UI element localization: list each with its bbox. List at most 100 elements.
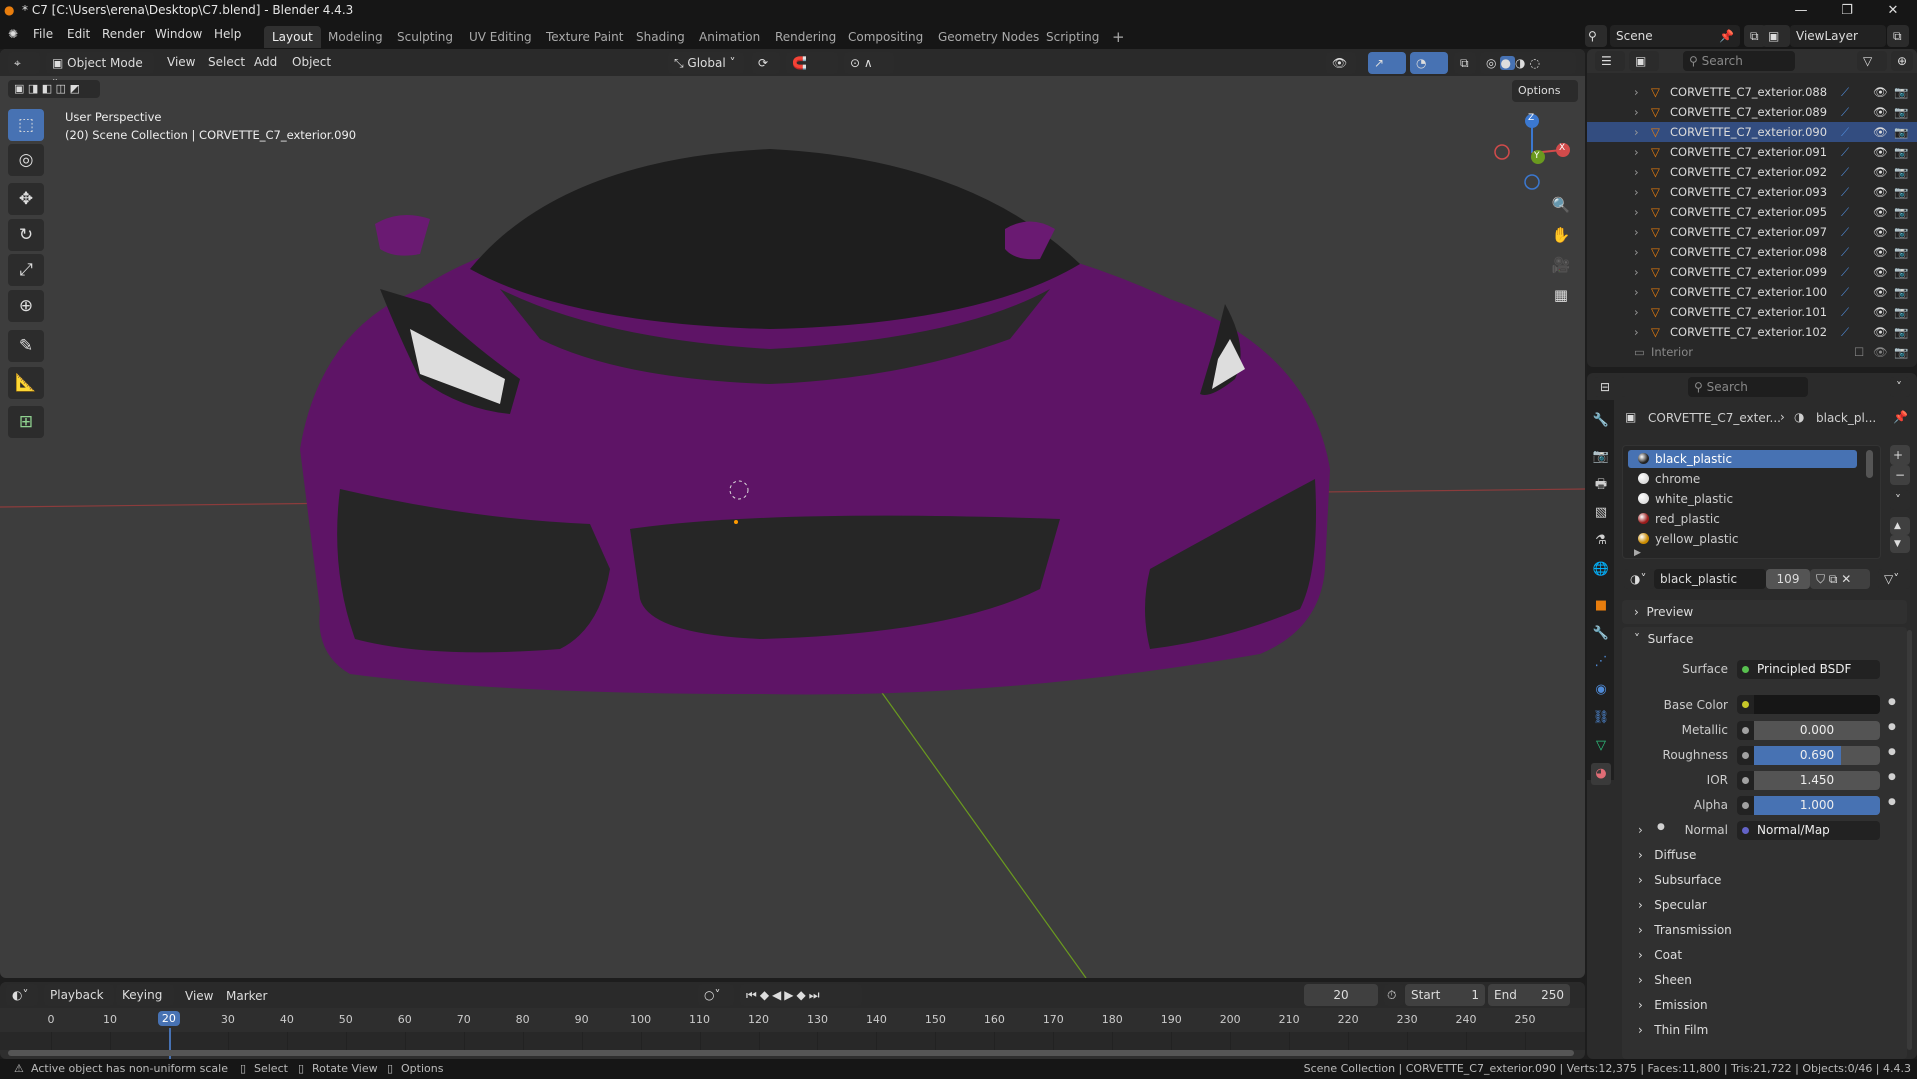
visibility-eye-icon[interactable]: 👁 — [1873, 302, 1888, 322]
render-camera-icon[interactable]: 📷 — [1894, 262, 1908, 282]
outliner-item[interactable]: › ▽ CORVETTE_C7_exterior.097 ⟋ 👁 📷 — [1587, 222, 1917, 242]
shading-modes[interactable]: ◎●◑◌ — [1480, 52, 1576, 74]
keyframe-dot-icon[interactable]: ● — [1888, 772, 1896, 782]
tab-modeling[interactable]: Modeling — [320, 26, 391, 48]
visibility-eye-icon[interactable]: 👁 — [1873, 202, 1888, 222]
pin-icon[interactable]: 📌 — [1719, 25, 1734, 47]
outliner-item[interactable]: › ▽ CORVETTE_C7_exterior.093 ⟋ 👁 📷 — [1587, 182, 1917, 202]
section-coat[interactable]: › Coat — [1638, 948, 1682, 962]
world-tab-icon[interactable]: 🌐 — [1591, 559, 1611, 581]
new-view-layer-icon[interactable]: ⧉ — [1887, 25, 1909, 47]
view-layer-icon[interactable]: ▣ — [1762, 25, 1790, 47]
expand-arrow-icon[interactable]: › — [1634, 102, 1639, 122]
keyframe-dot-icon[interactable]: ● — [1888, 747, 1896, 757]
properties-options-icon[interactable]: ˅ — [1890, 377, 1910, 397]
select-box-tool-icon[interactable]: ⬚ — [8, 109, 44, 141]
zoom-view-icon[interactable]: 🔍 — [1547, 191, 1575, 219]
render-camera-icon[interactable]: 📷 — [1894, 222, 1908, 242]
scene-field[interactable]: Scene 📌 — [1610, 25, 1740, 47]
tool-tab-icon[interactable]: 🔧 — [1591, 410, 1611, 432]
playback-menu[interactable]: Playback — [44, 984, 114, 1006]
viewport-menu-object[interactable]: Object — [292, 55, 331, 69]
jump-end-icon[interactable]: ⏭ — [809, 988, 823, 1002]
rendered-shading-icon[interactable]: ◌ — [1529, 56, 1543, 70]
perspective-toggle-icon[interactable]: ▦ — [1547, 281, 1575, 309]
properties-editor-type-icon[interactable]: ⊟ — [1594, 377, 1626, 397]
scene-selector-icon[interactable]: ⚲ — [1585, 25, 1607, 47]
modifier-tab-icon[interactable]: 🔧 — [1591, 623, 1611, 645]
start-frame-field[interactable]: Start 1 — [1405, 984, 1485, 1006]
view-layer-tab-icon[interactable]: ▧ — [1591, 502, 1611, 524]
visibility-eye-icon[interactable]: 👁 — [1873, 342, 1888, 362]
add-cube-tool-icon[interactable]: ⊞ — [8, 406, 44, 438]
normal-field[interactable]: Normal/Map — [1737, 821, 1880, 840]
menu-render[interactable]: Render — [102, 27, 145, 41]
render-camera-icon[interactable]: 📷 — [1894, 282, 1908, 302]
surface-shader-field[interactable]: Principled BSDF — [1737, 660, 1880, 679]
section-diffuse[interactable]: › Diffuse — [1638, 848, 1696, 862]
timeline-scrollbar[interactable] — [8, 1050, 1574, 1056]
maximize-button[interactable]: ❐ — [1824, 0, 1870, 21]
outliner-item[interactable]: › ▽ CORVETTE_C7_exterior.098 ⟋ 👁 📷 — [1587, 242, 1917, 262]
render-camera-icon[interactable]: 📷 — [1894, 82, 1908, 102]
properties-scrollbar[interactable] — [1907, 630, 1912, 1050]
expand-arrow-icon[interactable]: › — [1634, 202, 1639, 222]
timeline-marker-menu[interactable]: Marker — [226, 989, 267, 1003]
visibility-icon[interactable]: 👁 — [1326, 52, 1356, 74]
visibility-eye-icon[interactable]: 👁 — [1873, 182, 1888, 202]
options-button[interactable]: Options — [1512, 80, 1578, 102]
new-collection-icon[interactable]: ⊕ — [1891, 51, 1913, 71]
visibility-eye-icon[interactable]: 👁 — [1873, 122, 1888, 142]
material-name-field[interactable]: black_plastic — [1654, 569, 1766, 589]
visibility-eye-icon[interactable]: 👁 — [1873, 222, 1888, 242]
material-slot[interactable]: chrome — [1628, 470, 1857, 488]
move-slot-up-button[interactable]: ▲ — [1890, 517, 1910, 535]
play-icon[interactable]: ▶ — [784, 988, 796, 1002]
snap-icon[interactable]: 🧲 — [786, 52, 838, 74]
keying-menu[interactable]: Keying — [116, 984, 174, 1006]
outliner-item[interactable]: › ▽ CORVETTE_C7_exterior.095 ⟋ 👁 📷 — [1587, 202, 1917, 222]
render-camera-icon[interactable]: 📷 — [1894, 102, 1908, 122]
mode-selector[interactable]: ▣ Object Mode ˅ — [46, 52, 154, 92]
viewport-menu-add[interactable]: Add — [254, 55, 277, 69]
measure-tool-icon[interactable]: 📐 — [8, 367, 44, 399]
material-actions[interactable]: ⛉ ⧉ ✕ — [1810, 569, 1870, 589]
pin-icon[interactable]: 📌 — [1893, 410, 1908, 424]
expand-arrow-icon[interactable]: › — [1634, 282, 1639, 302]
output-tab-icon[interactable]: 🖶 — [1591, 474, 1611, 496]
auto-keying-icon[interactable]: ○˅ — [698, 984, 734, 1006]
properties-search[interactable]: ⚲ Search — [1688, 377, 1808, 397]
expand-arrow-icon[interactable]: › — [1634, 122, 1639, 142]
annotate-tool-icon[interactable]: ✎ — [8, 330, 44, 362]
3d-viewport[interactable] — [0, 49, 1585, 978]
timeline-view-menu[interactable]: View — [185, 989, 213, 1003]
solid-shading-icon[interactable]: ● — [1500, 56, 1515, 70]
section-thin-film[interactable]: › Thin Film — [1638, 1023, 1708, 1037]
visibility-eye-icon[interactable]: 👁 — [1873, 322, 1888, 342]
material-users-count[interactable]: 109 — [1766, 569, 1810, 589]
material-slot[interactable]: yellow_plastic — [1628, 530, 1857, 548]
material-slot[interactable]: black_plastic — [1628, 450, 1857, 468]
tab-geometry-nodes[interactable]: Geometry Nodes — [930, 26, 1047, 48]
blender-menu-icon[interactable]: ✺ — [8, 27, 18, 41]
outliner-item[interactable]: › ▽ CORVETTE_C7_exterior.102 ⟋ 👁 📷 — [1587, 322, 1917, 342]
move-tool-icon[interactable]: ✥ — [8, 183, 44, 215]
render-camera-icon[interactable]: 📷 — [1894, 322, 1908, 342]
tab-animation[interactable]: Animation — [691, 26, 768, 48]
section-emission[interactable]: › Emission — [1638, 998, 1708, 1012]
keyframe-dot-icon[interactable]: ● — [1888, 697, 1896, 707]
menu-window[interactable]: Window — [155, 27, 202, 41]
material-shading-icon[interactable]: ◑ — [1515, 56, 1529, 70]
expand-arrow-icon[interactable]: › — [1634, 82, 1639, 102]
gizmo-x-label[interactable]: X — [1559, 143, 1565, 153]
render-camera-icon[interactable]: 📷 — [1894, 122, 1908, 142]
render-camera-icon[interactable]: 📷 — [1894, 242, 1908, 262]
end-frame-field[interactable]: End 250 — [1488, 984, 1570, 1006]
menu-file[interactable]: File — [33, 27, 53, 41]
cursor-tool-icon[interactable]: ◎ — [8, 144, 44, 176]
menu-edit[interactable]: Edit — [67, 27, 90, 41]
alpha-slider[interactable]: 1.000 — [1737, 796, 1880, 815]
expand-arrow-icon[interactable]: › — [1634, 322, 1639, 342]
expand-arrow-icon[interactable]: › — [1634, 162, 1639, 182]
section-subsurface[interactable]: › Subsurface — [1638, 873, 1721, 887]
